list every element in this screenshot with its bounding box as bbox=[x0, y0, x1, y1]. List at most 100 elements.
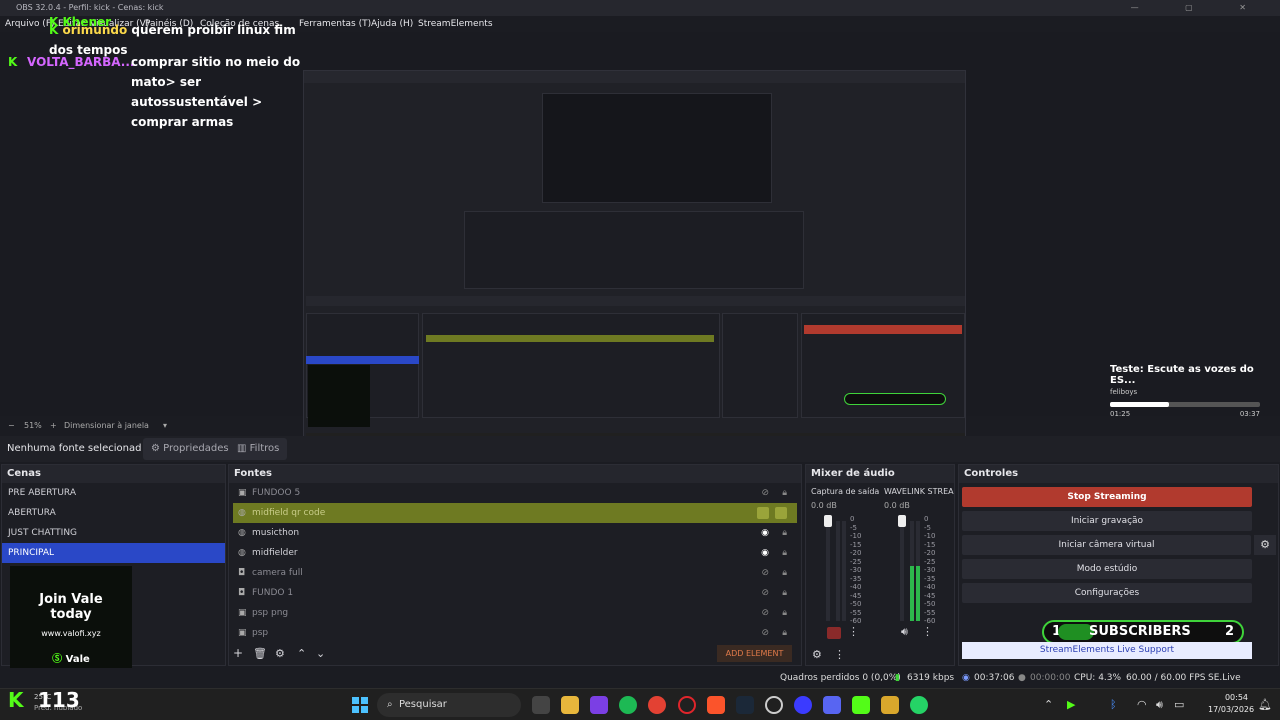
battery-icon[interactable]: ▭ bbox=[1174, 698, 1184, 711]
stream-preview[interactable]: K Khener K orimundo querem proibir linux… bbox=[0, 15, 1280, 446]
scene-item[interactable]: JUST CHATTING bbox=[2, 523, 225, 543]
opera-icon[interactable] bbox=[678, 696, 696, 714]
move-up-button[interactable]: ⌃ bbox=[297, 647, 306, 660]
mixer-scale-tick: -10 bbox=[850, 532, 862, 540]
lock-icon[interactable]: 🔒︎ bbox=[782, 483, 787, 503]
mixer-channel-1-meter bbox=[836, 521, 840, 621]
source-item-highlighted[interactable]: ◍ midfield qr code bbox=[233, 503, 797, 523]
gear-icon[interactable]: ⚙ bbox=[275, 647, 285, 660]
eye-hidden-icon[interactable]: ⊘ bbox=[761, 583, 769, 603]
mixer-scale-tick: -30 bbox=[924, 566, 936, 574]
menu-item-ajuda[interactable]: Ajuda (H) bbox=[371, 16, 413, 32]
wifi-icon[interactable]: ◠ bbox=[1137, 698, 1147, 711]
gear-icon[interactable]: ⚙ bbox=[1254, 535, 1276, 555]
chevron-up-icon[interactable]: ⌃ bbox=[1044, 698, 1053, 711]
file-explorer-icon[interactable] bbox=[561, 696, 579, 714]
eye-hidden-icon[interactable]: ⊘ bbox=[761, 603, 769, 623]
task-view-icon[interactable] bbox=[532, 696, 550, 714]
mixer-scale-tick: -55 bbox=[924, 608, 936, 617]
menu-item-streamelements[interactable]: StreamElements bbox=[418, 16, 493, 32]
kick-tray-icon[interactable]: ▶ bbox=[1067, 698, 1075, 711]
eye-hidden-icon[interactable]: ⊘ bbox=[761, 623, 769, 643]
bluetooth-icon[interactable]: ᛒ bbox=[1110, 698, 1117, 711]
clock-time[interactable]: 00:54 bbox=[1208, 693, 1248, 702]
trash-icon[interactable]: 🗑︎ bbox=[253, 647, 267, 660]
add-source-button[interactable]: + bbox=[233, 646, 243, 660]
mixer-menu-icon[interactable]: ⋮ bbox=[834, 648, 845, 661]
mixer-channel-2-fader[interactable] bbox=[898, 515, 906, 621]
app-icon[interactable] bbox=[590, 696, 608, 714]
whatsapp-icon[interactable] bbox=[910, 696, 928, 714]
speaker-icon[interactable]: 🔊︎ bbox=[1156, 698, 1163, 712]
eye-icon[interactable]: ◉ bbox=[761, 523, 769, 543]
source-item[interactable]: ▣ FUNDOO 5 ⊘ 🔒︎ bbox=[233, 483, 797, 503]
obs-icon[interactable] bbox=[765, 696, 783, 714]
lock-icon[interactable]: 🔒︎ bbox=[782, 603, 787, 623]
lock-icon[interactable]: 🔒︎ bbox=[782, 523, 787, 543]
source-item[interactable]: ▣ psp png ⊘ 🔒︎ bbox=[233, 603, 797, 623]
fps: 60.00 / 60.00 FPS bbox=[1126, 673, 1206, 683]
notification-icon[interactable]: 🔔︎ bbox=[1258, 698, 1272, 711]
mixer-channel-2-meter bbox=[916, 521, 920, 621]
discord-icon[interactable] bbox=[823, 696, 841, 714]
lock-icon[interactable]: 🔒︎ bbox=[782, 543, 787, 563]
source-item[interactable]: ◘ FUNDO 1 ⊘ 🔒︎ bbox=[233, 583, 797, 603]
subs-label: SUBSCRIBERS bbox=[1089, 624, 1191, 639]
properties-button[interactable]: ⚙ Propriedades bbox=[143, 438, 237, 460]
virtual-camera-button[interactable]: Iniciar câmera virtual bbox=[962, 535, 1251, 555]
lock-icon[interactable]: 🔒︎ bbox=[782, 563, 787, 583]
kick-icon[interactable] bbox=[852, 696, 870, 714]
stop-streaming-button[interactable]: Stop Streaming bbox=[962, 487, 1252, 507]
settings-button[interactable]: Configurações bbox=[962, 583, 1252, 603]
source-item[interactable]: ▣ psp ⊘ 🔒︎ bbox=[233, 623, 797, 643]
eye-hidden-icon[interactable]: ⊘ bbox=[761, 483, 769, 503]
eye-hidden-icon[interactable]: ⊘ bbox=[761, 563, 769, 583]
chat-message-volta: K VOLTA_BARBA... comprar sitio no meio d… bbox=[8, 55, 301, 129]
mixer-scale-tick: -40 bbox=[850, 583, 862, 591]
mixer-channel-1-fader[interactable] bbox=[824, 515, 832, 621]
more-icon[interactable]: ⋮ bbox=[922, 625, 933, 638]
streamelements-support-link[interactable]: StreamElements Live Support bbox=[962, 642, 1252, 659]
lock-icon[interactable]: 🔒︎ bbox=[782, 623, 787, 643]
lock-icon[interactable]: 🔒︎ bbox=[782, 583, 787, 603]
mixer-scale-tick: -10 bbox=[924, 532, 936, 540]
chrome-icon[interactable] bbox=[648, 696, 666, 714]
zoom-plus-button[interactable]: + bbox=[50, 418, 57, 434]
app-icon[interactable] bbox=[794, 696, 812, 714]
studio-mode-button[interactable]: Modo estúdio bbox=[962, 559, 1252, 579]
more-icon[interactable]: ⋮ bbox=[848, 625, 859, 638]
zoom-minus-button[interactable]: − bbox=[8, 418, 15, 434]
app-icon[interactable] bbox=[881, 696, 899, 714]
image-icon: ▣ bbox=[238, 608, 247, 618]
menu-item-arquivo[interactable]: Arquivo (F) bbox=[5, 16, 55, 32]
mixer-scale-tick: -15 bbox=[850, 540, 862, 549]
eye-hidden-icon[interactable] bbox=[757, 507, 769, 519]
mixer-scale-tick: -15 bbox=[924, 540, 936, 549]
taskbar-search[interactable]: ⌕ Pesquisar bbox=[377, 693, 521, 717]
scene-item[interactable]: PRE ABERTURA bbox=[2, 483, 225, 503]
source-item[interactable]: ◘ camera full ⊘ 🔒︎ bbox=[233, 563, 797, 583]
lock-icon[interactable] bbox=[775, 507, 787, 519]
source-item[interactable]: ◍ musicthon ◉ 🔒︎ bbox=[233, 523, 797, 543]
mixer-link-icon[interactable]: ⚙ bbox=[812, 648, 822, 661]
menu-item-ferramentas[interactable]: Ferramentas (T) bbox=[299, 16, 371, 32]
window-controls[interactable]: — ▢ ✕ bbox=[1131, 0, 1268, 16]
eye-icon[interactable]: ◉ bbox=[761, 543, 769, 563]
chevron-down-icon[interactable]: ▾ bbox=[163, 418, 167, 434]
windows-start-icon[interactable] bbox=[352, 697, 368, 713]
scene-item[interactable]: ABERTURA bbox=[2, 503, 225, 523]
mute-icon[interactable] bbox=[827, 627, 841, 639]
start-recording-button[interactable]: Iniciar gravação bbox=[962, 511, 1252, 531]
speaker-icon[interactable]: 🔊︎ bbox=[901, 625, 908, 639]
source-item[interactable]: ◍ midfielder ◉ 🔒︎ bbox=[233, 543, 797, 563]
add-element-button[interactable]: ADD ELEMENT bbox=[717, 645, 792, 662]
scene-item-selected[interactable]: PRINCIPAL bbox=[2, 543, 225, 563]
filters-button[interactable]: ▥ Filtros bbox=[229, 438, 288, 460]
now-playing-title: Teste: Escute as vozes do ES... bbox=[1110, 364, 1254, 386]
steam-icon[interactable] bbox=[736, 696, 754, 714]
move-down-button[interactable]: ⌄ bbox=[316, 647, 325, 660]
clock-date[interactable]: 17/03/2026 bbox=[1208, 705, 1254, 714]
brave-icon[interactable] bbox=[707, 696, 725, 714]
resize-to-window[interactable]: Dimensionar à janela bbox=[64, 418, 149, 434]
spotify-icon[interactable] bbox=[619, 696, 637, 714]
